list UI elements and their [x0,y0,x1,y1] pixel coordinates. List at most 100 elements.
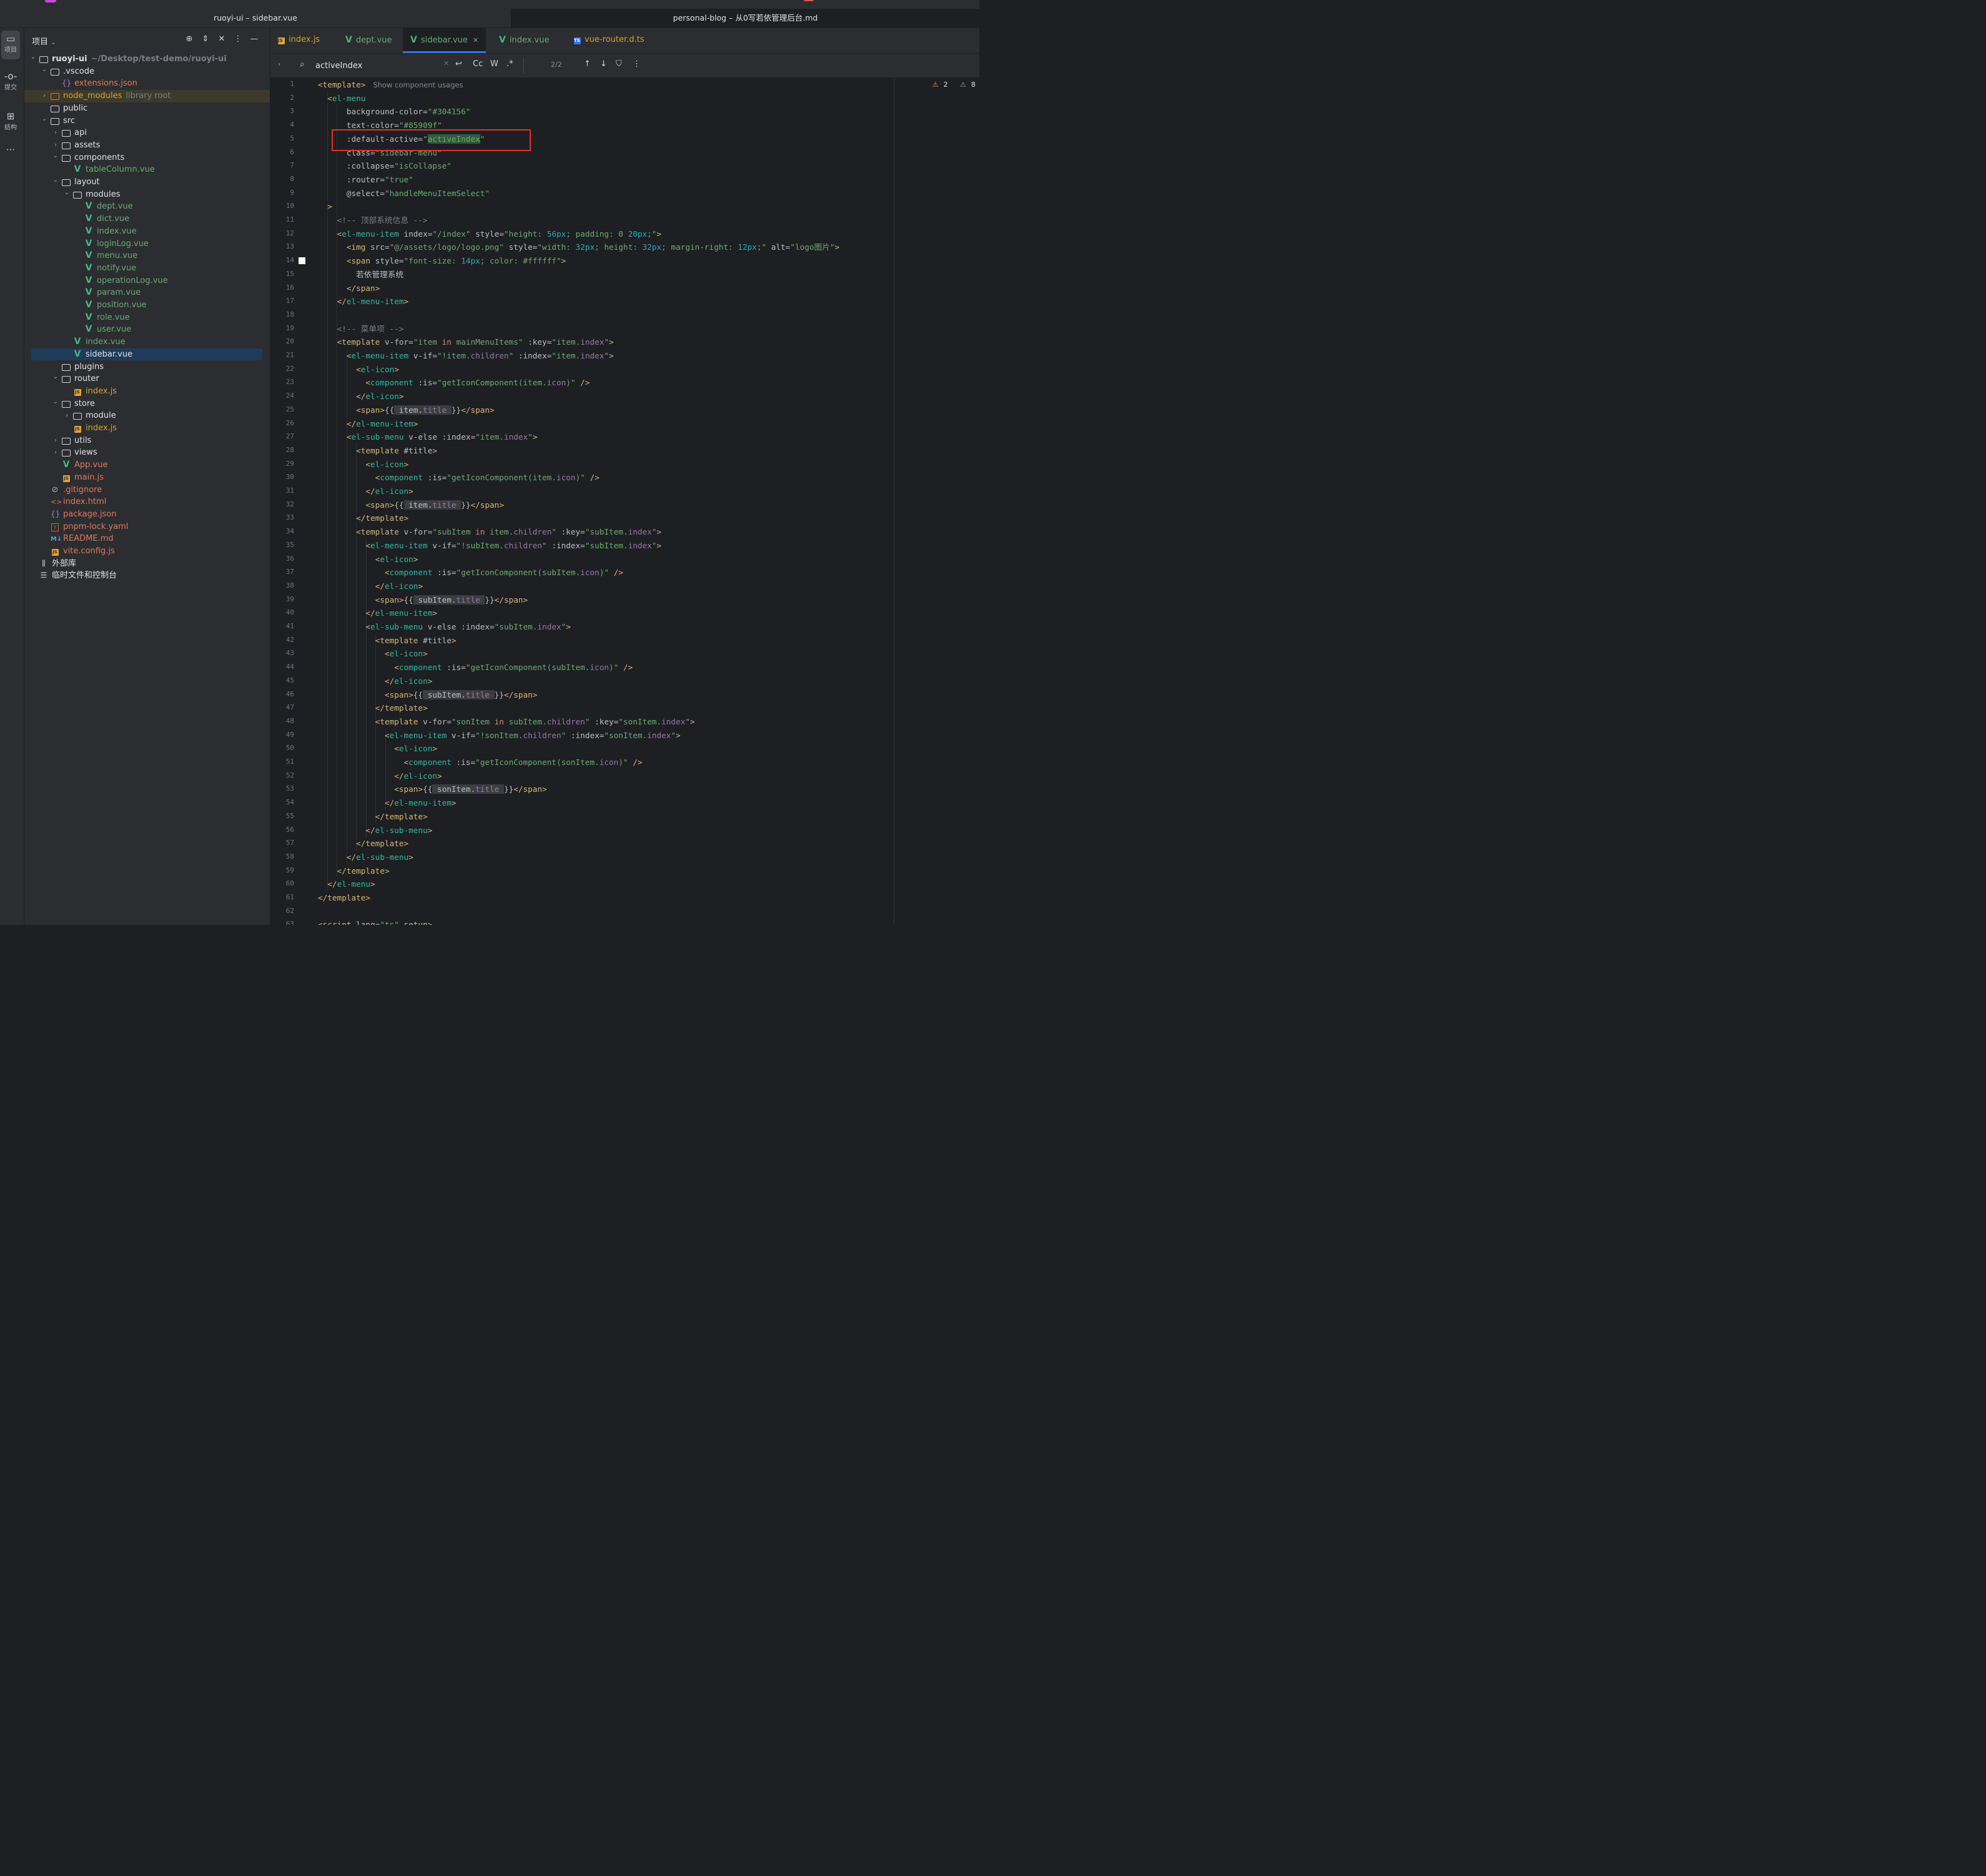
search-input[interactable] [315,59,440,72]
tree-item[interactable]: plugins [24,361,270,373]
code-line[interactable]: <template v-for="item in mainMenuItems" … [318,335,614,349]
tree-item[interactable]: M↓ README.md [24,533,270,545]
code-line[interactable]: @select="handleMenuItemSelect" [318,187,490,200]
tree-item[interactable]: JS main.js [24,471,270,484]
window-title-left[interactable]: ruoyi-ui – sidebar.vue [0,9,511,27]
code-line[interactable]: </el-menu-item> [318,295,409,309]
code-line[interactable]: <el-menu-item v-if="!item.children" :ind… [318,349,614,363]
code-line[interactable]: <el-sub-menu v-else :index="subItem.inde… [318,620,571,634]
chevron-right-icon[interactable]: › [52,447,59,459]
regex-button[interactable]: .* [506,59,513,69]
tree-item[interactable]: ⌄ router [24,373,270,385]
tree-item[interactable]: <> index.html [24,496,270,508]
code-line[interactable]: <component :is="getIconComponent(item.ic… [318,376,590,390]
tree-item[interactable]: › module [24,410,270,422]
tree-item[interactable]: › assets [24,139,270,152]
tree-item[interactable]: JS vite.config.js [24,545,270,558]
code-line[interactable]: </template> [318,837,408,851]
code-line[interactable]: </template> [318,701,428,715]
chevron-down-icon[interactable]: ⌄ [63,187,71,199]
code-line[interactable]: background-color="#304156" [318,105,471,119]
tree-item[interactable]: ☰ 临时文件和控制台 [24,570,270,582]
tree-item[interactable]: › views [24,447,270,459]
chevron-down-icon[interactable]: ⌄ [52,371,59,383]
tree-item[interactable]: Vuser.vue [24,323,270,336]
code-line[interactable]: 若依管理系统 [318,268,403,282]
code-line[interactable]: <span>{{ subItem.title }}</span> [318,593,528,607]
code-line[interactable]: <el-menu-item index="/index" style="heig… [318,227,662,241]
code-area[interactable]: 1 2 3 4 5 6 7 8 9 10 11 12 13 14 15 16 17 18 19 20 21 22 23 24 2… [270,78,979,925]
chevron-right-icon[interactable]: › [41,90,48,102]
code-line[interactable]: </el-icon> [318,485,413,498]
chevron-right-icon[interactable]: › [52,127,59,139]
code-line[interactable]: <el-menu [318,92,365,106]
activity-structure[interactable]: ⊞ 结构 [0,111,21,136]
chevron-down-icon[interactable]: ⌄ [52,150,59,162]
code-line[interactable]: > [318,200,332,214]
tree-item[interactable]: VloginLog.vue [24,238,270,250]
filter-icon[interactable]: ⛉ [616,59,622,69]
tree-item[interactable]: Vdept.vue [24,200,270,213]
code-line[interactable]: <el-icon> [318,742,437,756]
code-line[interactable]: <el-menu-item v-if="!subItem.children" :… [318,539,661,553]
code-line[interactable]: <component :is="getIconComponent(subItem… [318,566,623,580]
close-icon[interactable]: ✕ [473,36,478,44]
code-line[interactable]: <template v-for="sonItem in subItem.chil… [318,715,695,729]
tree-item[interactable]: ⊘ .gitignore [24,484,270,496]
code-line[interactable]: <component :is="getIconComponent(sonItem… [318,756,643,769]
tree-item[interactable]: public [24,102,270,115]
tree-item[interactable]: {} package.json [24,508,270,521]
tree-item[interactable]: V App.vue [24,459,270,471]
chevron-down-icon[interactable]: ⌄ [52,396,59,408]
code-line[interactable]: </el-sub-menu> [318,824,432,837]
code-line[interactable]: <template v-for="subItem in item.childre… [318,525,661,539]
more-icon[interactable]: ⋮ [230,34,246,44]
code-line[interactable]: </el-menu-item> [318,606,437,620]
code-line[interactable]: <el-icon> [318,553,418,566]
tree-item[interactable]: Vindex.vue [24,336,270,348]
tree-item[interactable]: VtableColumn.vue [24,164,270,176]
code-line[interactable]: </el-icon> [318,674,432,688]
code-line[interactable]: <span>{{ sonItem.title }}</span> [318,782,547,796]
code-line[interactable]: </el-icon> [318,390,403,403]
tree-item[interactable]: Vposition.vue [24,299,270,312]
code-line[interactable]: <component :is="getIconComponent(item.ic… [318,471,600,485]
code-line[interactable]: <span>{{ item.title }}</span> [318,403,495,417]
whole-word-button[interactable]: W [490,59,498,69]
next-match-icon[interactable]: ↓ [600,59,607,69]
tree-item[interactable]: ⌄ src [24,115,270,127]
tree-item[interactable]: › api [24,127,270,139]
code-line[interactable]: <span>{{ item.title }}</span> [318,498,504,512]
code-line[interactable]: </el-icon> [318,769,442,783]
editor-tab[interactable]: Vdept.vue [345,28,392,53]
previous-match-icon[interactable]: ↑ [584,59,591,69]
chevron-down-icon[interactable]: ⌄ [41,113,48,126]
code-line[interactable]: <img src="@/assets/logo/logo.png" style=… [318,240,839,254]
code-line[interactable]: <template> Show component usages [318,78,463,92]
inspection-widget[interactable]: ⚠ 2 ⚠ 8 [922,81,976,89]
chevron-right-icon[interactable]: › [63,410,71,422]
editor-tab[interactable]: Vindex.vue [499,28,549,53]
new-line-icon[interactable]: ↩ [455,59,462,69]
chevron-right-icon[interactable]: › [52,435,59,447]
tree-item[interactable]: Vnotify.vue [24,262,270,275]
code-line[interactable]: <script lang="ts" setup> [318,918,432,925]
tree-item[interactable]: {} extensions.json [24,77,270,90]
code-line[interactable]: </span> [318,282,380,295]
code-line[interactable]: :router="true" [318,173,413,187]
tree-item[interactable]: ⌄ components [24,152,270,164]
clear-search-icon[interactable]: ✕ [443,59,449,67]
tree-item[interactable]: Vrole.vue [24,312,270,324]
activity-commit[interactable]: -o- 提交 [0,71,21,96]
code-line[interactable]: <!-- 顶部系统信息 --> [318,214,428,227]
tree-item[interactable]: Vdict.vue [24,213,270,225]
tree-item[interactable]: › utils [24,435,270,447]
code-line[interactable]: <el-menu-item v-if="!sonItem.children" :… [318,729,681,743]
code-line[interactable]: <template #title> [318,634,457,648]
chevron-right-icon[interactable]: › [278,60,280,68]
minimize-icon[interactable]: — [246,34,262,44]
code-line[interactable]: </el-menu-item> [318,796,457,810]
code-line[interactable]: </template> [318,511,408,525]
chevron-down-icon[interactable]: ⌄ [29,51,37,64]
activity-project[interactable]: ▭ 项目 [1,31,20,59]
